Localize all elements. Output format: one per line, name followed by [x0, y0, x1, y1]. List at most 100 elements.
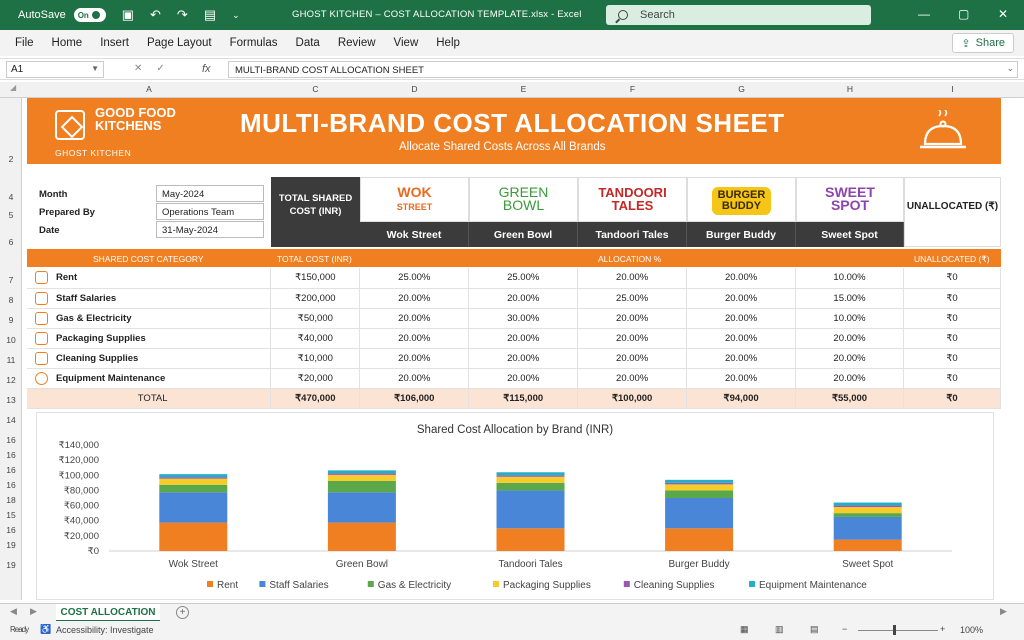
category-cell[interactable]: Gas & Electricity	[27, 308, 272, 329]
column-header-d[interactable]: D	[360, 84, 469, 94]
accessibility-status[interactable]: Accessibility: Investigate	[56, 625, 154, 635]
allocation-cell[interactable]: 10.00%	[795, 308, 904, 329]
sheet-tab-cost-allocation[interactable]: COST ALLOCATION	[56, 604, 160, 622]
minimize-icon[interactable]: —	[918, 7, 930, 21]
unallocated-cell[interactable]: ₹0	[903, 328, 1001, 349]
unallocated-cell[interactable]: ₹0	[903, 308, 1001, 329]
allocation-cell[interactable]: 20.00%	[686, 348, 797, 369]
zoom-out-icon[interactable]: −	[842, 624, 847, 634]
allocation-cell[interactable]: 20.00%	[686, 328, 797, 349]
customize-chevron-icon[interactable]: ⌄	[232, 10, 240, 21]
row-header[interactable]: 4	[0, 192, 22, 202]
category-cell[interactable]: Staff Salaries	[27, 288, 272, 309]
allocation-cell[interactable]: 20.00%	[686, 368, 797, 389]
total-cost-cell[interactable]: ₹20,000	[270, 368, 361, 389]
tab-formulas[interactable]: Formulas	[230, 37, 278, 49]
row-header[interactable]: 15	[0, 510, 22, 520]
row-header[interactable]: 16	[0, 480, 22, 490]
unallocated-cell[interactable]: ₹0	[903, 368, 1001, 389]
row-header[interactable]: 12	[0, 375, 22, 385]
column-header-c[interactable]: C	[271, 84, 360, 94]
tab-help[interactable]: Help	[436, 37, 460, 49]
unallocated-cell[interactable]: ₹0	[903, 288, 1001, 309]
column-header-a[interactable]: A	[27, 84, 271, 94]
row-header[interactable]: 5	[0, 210, 22, 220]
row-header[interactable]: 13	[0, 395, 22, 405]
accessibility-icon[interactable]: ♿	[40, 624, 51, 635]
allocation-cell[interactable]: 20.00%	[468, 328, 579, 349]
unallocated-total-cell[interactable]: ₹0	[903, 388, 1001, 409]
allocation-cell[interactable]: 20.00%	[577, 308, 688, 329]
tab-data[interactable]: Data	[296, 37, 320, 49]
row-header[interactable]: 11	[0, 355, 22, 365]
hscroll-right-icon[interactable]: ▶	[1000, 606, 1007, 617]
brand-total-cell[interactable]: ₹55,000	[795, 388, 904, 409]
zoom-in-icon[interactable]: +	[940, 624, 945, 634]
total-cost-cell[interactable]: ₹150,000	[270, 268, 361, 289]
category-cell[interactable]: Cleaning Supplies	[27, 348, 272, 369]
allocation-cell[interactable]: 20.00%	[795, 368, 904, 389]
allocation-cell[interactable]: 20.00%	[359, 288, 470, 309]
allocation-cell[interactable]: 20.00%	[686, 288, 797, 309]
search-box[interactable]: Search	[606, 5, 871, 25]
row-header[interactable]: 19	[0, 560, 22, 570]
brand-total-cell[interactable]: ₹115,000	[468, 388, 579, 409]
tab-view[interactable]: View	[394, 37, 419, 49]
allocation-cell[interactable]: 15.00%	[795, 288, 904, 309]
tab-page-layout[interactable]: Page Layout	[147, 37, 212, 49]
maximize-icon[interactable]: ▢	[958, 7, 969, 21]
autosave-toggle[interactable]: On	[73, 8, 106, 22]
formula-input[interactable]: MULTI-BRAND COST ALLOCATION SHEET	[228, 61, 1018, 78]
total-cost-cell[interactable]: ₹50,000	[270, 308, 361, 329]
allocation-cell[interactable]: 20.00%	[577, 268, 688, 289]
save-icon[interactable]: ▣	[122, 7, 134, 23]
allocation-cell[interactable]: 20.00%	[577, 328, 688, 349]
grand-total-cell[interactable]: ₹470,000	[270, 388, 361, 409]
row-header[interactable]: 16	[0, 435, 22, 445]
row-header[interactable]: 19	[0, 540, 22, 550]
allocation-cell[interactable]: 20.00%	[795, 348, 904, 369]
column-header-i[interactable]: I	[904, 84, 1001, 94]
unallocated-cell[interactable]: ₹0	[903, 348, 1001, 369]
total-cost-cell[interactable]: ₹10,000	[270, 348, 361, 369]
row-header[interactable]: 16	[0, 465, 22, 475]
category-cell[interactable]: Rent	[27, 268, 272, 289]
column-header-f[interactable]: F	[578, 84, 687, 94]
row-header[interactable]: 14	[0, 415, 22, 425]
allocation-cell[interactable]: 20.00%	[686, 308, 797, 329]
name-box[interactable]: A1 ▼	[6, 61, 104, 78]
allocation-cell[interactable]: 20.00%	[359, 368, 470, 389]
unallocated-cell[interactable]: ₹0	[903, 268, 1001, 289]
allocation-cell[interactable]: 20.00%	[359, 308, 470, 329]
row-header[interactable]: 8	[0, 295, 22, 305]
row-header[interactable]: 18	[0, 495, 22, 505]
page-layout-view-icon[interactable]: ▥	[775, 624, 784, 635]
allocation-cell[interactable]: 20.00%	[359, 348, 470, 369]
date-field[interactable]: 31-May-2024	[156, 221, 264, 238]
allocation-cell[interactable]: 20.00%	[795, 328, 904, 349]
row-header[interactable]: 6	[0, 237, 22, 247]
prepared-by-field[interactable]: Operations Team	[156, 203, 264, 220]
zoom-slider[interactable]	[858, 630, 938, 631]
allocation-cell[interactable]: 25.00%	[359, 268, 470, 289]
quick-access-icon[interactable]: ▤	[204, 7, 216, 23]
select-all-icon[interactable]: ◢	[10, 83, 16, 92]
fx-button[interactable]: fx	[202, 63, 211, 75]
redo-icon[interactable]: ↷	[177, 7, 188, 23]
allocation-cell[interactable]: 20.00%	[468, 288, 579, 309]
allocation-cell[interactable]: 20.00%	[686, 268, 797, 289]
brand-total-cell[interactable]: ₹100,000	[577, 388, 688, 409]
total-label[interactable]: TOTAL	[27, 388, 272, 409]
brand-total-cell[interactable]: ₹106,000	[359, 388, 470, 409]
column-header-e[interactable]: E	[469, 84, 578, 94]
total-cost-cell[interactable]: ₹40,000	[270, 328, 361, 349]
zoom-level[interactable]: 100%	[960, 625, 983, 635]
allocation-cell[interactable]: 20.00%	[359, 328, 470, 349]
undo-icon[interactable]: ↶	[150, 7, 161, 23]
row-header[interactable]: 16	[0, 525, 22, 535]
allocation-chart[interactable]: Shared Cost Allocation by Brand (INR) ₹1…	[36, 412, 994, 600]
total-cost-cell[interactable]: ₹200,000	[270, 288, 361, 309]
close-icon[interactable]: ✕	[998, 7, 1008, 21]
cancel-icon[interactable]: ✕	[134, 63, 156, 74]
month-field[interactable]: May-2024	[156, 185, 264, 202]
